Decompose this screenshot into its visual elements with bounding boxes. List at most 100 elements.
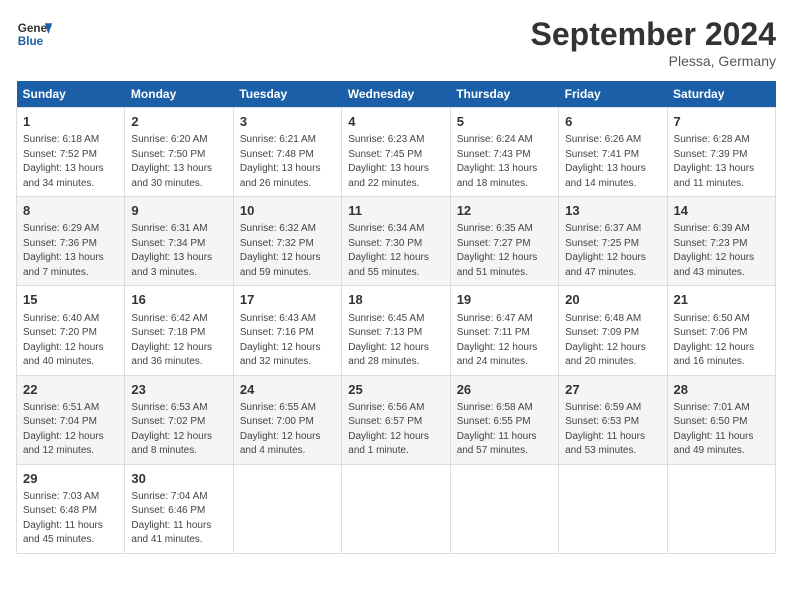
day-number: 2 (131, 113, 226, 131)
day-number: 25 (348, 381, 443, 399)
day-number: 21 (674, 291, 769, 309)
calendar-cell-day-15: 15 Sunrise: 6:40 AM Sunset: 7:20 PM Dayli… (17, 286, 125, 375)
calendar-cell-day-9: 9 Sunrise: 6:31 AM Sunset: 7:34 PM Daylig… (125, 197, 233, 286)
day-content: Sunrise: 6:45 AM Sunset: 7:13 PM Dayligh… (348, 312, 443, 370)
calendar-cell-day-23: 23 Sunrise: 6:53 AM Sunset: 7:02 PM Dayli… (125, 375, 233, 464)
day-number: 3 (240, 113, 335, 131)
day-number: 22 (23, 381, 118, 399)
day-number: 23 (131, 381, 226, 399)
calendar-cell-empty (342, 464, 450, 553)
calendar-table: SundayMondayTuesdayWednesdayThursdayFrid… (16, 81, 776, 554)
day-content: Sunrise: 6:21 AM Sunset: 7:48 PM Dayligh… (240, 133, 335, 191)
day-content: Sunrise: 6:23 AM Sunset: 7:45 PM Dayligh… (348, 133, 443, 191)
calendar-cell-empty (559, 464, 667, 553)
calendar-week-2: 15 Sunrise: 6:40 AM Sunset: 7:20 PM Dayli… (17, 286, 776, 375)
calendar-cell-day-3: 3 Sunrise: 6:21 AM Sunset: 7:48 PM Daylig… (233, 108, 341, 197)
calendar-cell-day-1: 1Sunrise: 6:18 AM Sunset: 7:52 PM Daylig… (17, 108, 125, 197)
day-number: 18 (348, 291, 443, 309)
calendar-cell-day-22: 22 Sunrise: 6:51 AM Sunset: 7:04 PM Dayli… (17, 375, 125, 464)
calendar-cell-day-5: 5 Sunrise: 6:24 AM Sunset: 7:43 PM Daylig… (450, 108, 558, 197)
day-content: Sunrise: 7:04 AM Sunset: 6:46 PM Dayligh… (131, 490, 226, 548)
day-content: Sunrise: 6:29 AM Sunset: 7:36 PM Dayligh… (23, 222, 118, 280)
svg-text:Blue: Blue (18, 35, 44, 48)
day-number: 9 (131, 202, 226, 220)
day-content: Sunrise: 6:28 AM Sunset: 7:39 PM Dayligh… (674, 133, 769, 191)
day-content: Sunrise: 6:35 AM Sunset: 7:27 PM Dayligh… (457, 222, 552, 280)
day-number: 28 (674, 381, 769, 399)
calendar-cell-day-6: 6Sunrise: 6:26 AM Sunset: 7:41 PM Daylig… (559, 108, 667, 197)
calendar-cell-day-14: 14 Sunrise: 6:39 AM Sunset: 7:23 PM Dayli… (667, 197, 775, 286)
day-number: 12 (457, 202, 552, 220)
day-number: 8 (23, 202, 118, 220)
day-content: Sunrise: 7:01 AM Sunset: 6:50 PM Dayligh… (674, 401, 769, 459)
col-header-thursday: Thursday (450, 81, 558, 108)
calendar-cell-day-29: 29Sunrise: 7:03 AM Sunset: 6:48 PM Dayli… (17, 464, 125, 553)
day-content: Sunrise: 6:53 AM Sunset: 7:02 PM Dayligh… (131, 401, 226, 459)
calendar-week-4: 29Sunrise: 7:03 AM Sunset: 6:48 PM Dayli… (17, 464, 776, 553)
calendar-cell-day-27: 27 Sunrise: 6:59 AM Sunset: 6:53 PM Dayli… (559, 375, 667, 464)
day-content: Sunrise: 6:31 AM Sunset: 7:34 PM Dayligh… (131, 222, 226, 280)
day-number: 15 (23, 291, 118, 309)
calendar-cell-day-25: 25 Sunrise: 6:56 AM Sunset: 6:57 PM Dayli… (342, 375, 450, 464)
logo: General Blue (16, 16, 52, 52)
logo-icon: General Blue (16, 16, 52, 52)
calendar-cell-empty (667, 464, 775, 553)
calendar-week-3: 22 Sunrise: 6:51 AM Sunset: 7:04 PM Dayli… (17, 375, 776, 464)
calendar-header-row: SundayMondayTuesdayWednesdayThursdayFrid… (17, 81, 776, 108)
calendar-cell-day-20: 20 Sunrise: 6:48 AM Sunset: 7:09 PM Dayli… (559, 286, 667, 375)
day-number: 27 (565, 381, 660, 399)
calendar-cell-day-21: 21 Sunrise: 6:50 AM Sunset: 7:06 PM Dayli… (667, 286, 775, 375)
day-content: Sunrise: 6:56 AM Sunset: 6:57 PM Dayligh… (348, 401, 443, 459)
day-content: Sunrise: 6:59 AM Sunset: 6:53 PM Dayligh… (565, 401, 660, 459)
day-content: Sunrise: 6:43 AM Sunset: 7:16 PM Dayligh… (240, 312, 335, 370)
day-number: 24 (240, 381, 335, 399)
day-number: 19 (457, 291, 552, 309)
calendar-week-1: 8 Sunrise: 6:29 AM Sunset: 7:36 PM Daylig… (17, 197, 776, 286)
calendar-cell-empty (233, 464, 341, 553)
day-content: Sunrise: 6:34 AM Sunset: 7:30 PM Dayligh… (348, 222, 443, 280)
day-number: 4 (348, 113, 443, 131)
calendar-cell-day-13: 13 Sunrise: 6:37 AM Sunset: 7:25 PM Dayli… (559, 197, 667, 286)
col-header-tuesday: Tuesday (233, 81, 341, 108)
calendar-cell-day-11: 11Sunrise: 6:34 AM Sunset: 7:30 PM Dayli… (342, 197, 450, 286)
calendar-cell-day-16: 16Sunrise: 6:42 AM Sunset: 7:18 PM Dayli… (125, 286, 233, 375)
col-header-wednesday: Wednesday (342, 81, 450, 108)
day-content: Sunrise: 6:26 AM Sunset: 7:41 PM Dayligh… (565, 133, 660, 191)
day-content: Sunrise: 6:48 AM Sunset: 7:09 PM Dayligh… (565, 312, 660, 370)
day-number: 10 (240, 202, 335, 220)
calendar-cell-day-4: 4 Sunrise: 6:23 AM Sunset: 7:45 PM Daylig… (342, 108, 450, 197)
calendar-cell-day-18: 18 Sunrise: 6:45 AM Sunset: 7:13 PM Dayli… (342, 286, 450, 375)
calendar-cell-day-26: 26 Sunrise: 6:58 AM Sunset: 6:55 PM Dayli… (450, 375, 558, 464)
day-number: 14 (674, 202, 769, 220)
day-content: Sunrise: 6:58 AM Sunset: 6:55 PM Dayligh… (457, 401, 552, 459)
day-content: Sunrise: 6:47 AM Sunset: 7:11 PM Dayligh… (457, 312, 552, 370)
calendar-cell-day-30: 30 Sunrise: 7:04 AM Sunset: 6:46 PM Dayli… (125, 464, 233, 553)
day-content: Sunrise: 6:37 AM Sunset: 7:25 PM Dayligh… (565, 222, 660, 280)
day-content: Sunrise: 6:39 AM Sunset: 7:23 PM Dayligh… (674, 222, 769, 280)
calendar-cell-day-28: 28 Sunrise: 7:01 AM Sunset: 6:50 PM Dayli… (667, 375, 775, 464)
day-content: Sunrise: 6:50 AM Sunset: 7:06 PM Dayligh… (674, 312, 769, 370)
day-content: Sunrise: 6:55 AM Sunset: 7:00 PM Dayligh… (240, 401, 335, 459)
day-number: 20 (565, 291, 660, 309)
calendar-cell-day-17: 17 Sunrise: 6:43 AM Sunset: 7:16 PM Dayli… (233, 286, 341, 375)
day-number: 1 (23, 113, 118, 131)
day-content: Sunrise: 6:32 AM Sunset: 7:32 PM Dayligh… (240, 222, 335, 280)
day-number: 13 (565, 202, 660, 220)
location: Plessa, Germany (531, 53, 776, 69)
day-number: 16 (131, 291, 226, 309)
day-number: 30 (131, 470, 226, 488)
day-number: 26 (457, 381, 552, 399)
day-number: 17 (240, 291, 335, 309)
day-number: 5 (457, 113, 552, 131)
calendar-week-0: 1Sunrise: 6:18 AM Sunset: 7:52 PM Daylig… (17, 108, 776, 197)
calendar-cell-day-24: 24 Sunrise: 6:55 AM Sunset: 7:00 PM Dayli… (233, 375, 341, 464)
page-header: General Blue September 2024 Plessa, Germ… (16, 16, 776, 69)
day-content: Sunrise: 6:40 AM Sunset: 7:20 PM Dayligh… (23, 312, 118, 370)
day-content: Sunrise: 6:24 AM Sunset: 7:43 PM Dayligh… (457, 133, 552, 191)
calendar-cell-day-8: 8 Sunrise: 6:29 AM Sunset: 7:36 PM Daylig… (17, 197, 125, 286)
col-header-sunday: Sunday (17, 81, 125, 108)
calendar-cell-day-10: 10 Sunrise: 6:32 AM Sunset: 7:32 PM Dayli… (233, 197, 341, 286)
col-header-monday: Monday (125, 81, 233, 108)
day-content: Sunrise: 6:51 AM Sunset: 7:04 PM Dayligh… (23, 401, 118, 459)
col-header-friday: Friday (559, 81, 667, 108)
